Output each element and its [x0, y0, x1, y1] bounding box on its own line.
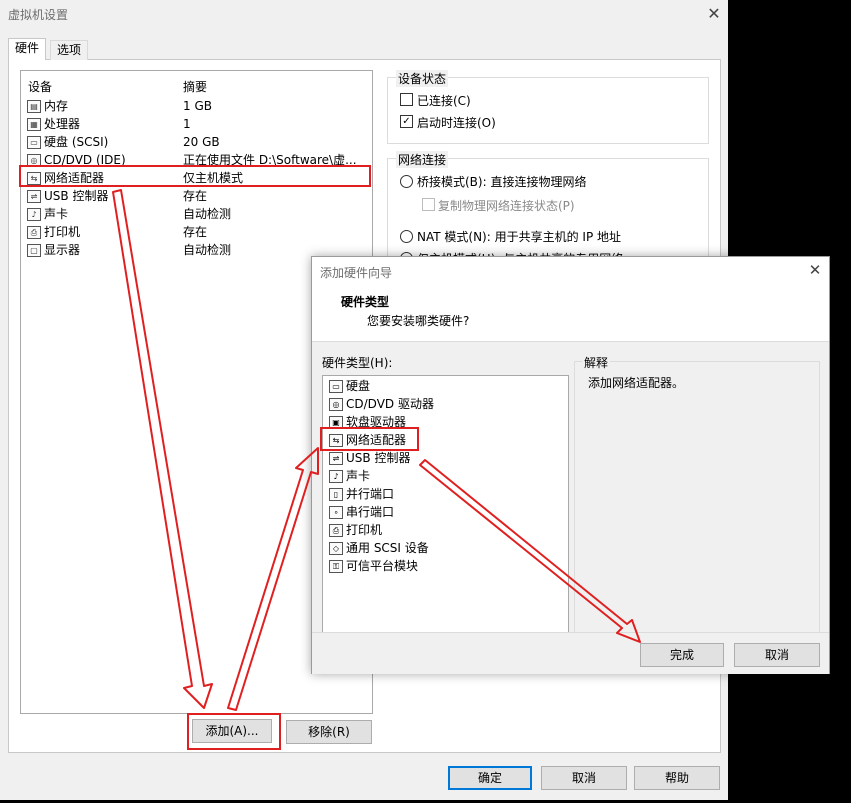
arrow-to-wizard-network	[227, 447, 319, 711]
tab-hardware[interactable]: 硬件	[8, 38, 47, 60]
annotation-arrows	[112, 189, 641, 711]
arrow-to-add-button	[112, 189, 213, 709]
arrow-to-finish-button	[419, 459, 641, 643]
